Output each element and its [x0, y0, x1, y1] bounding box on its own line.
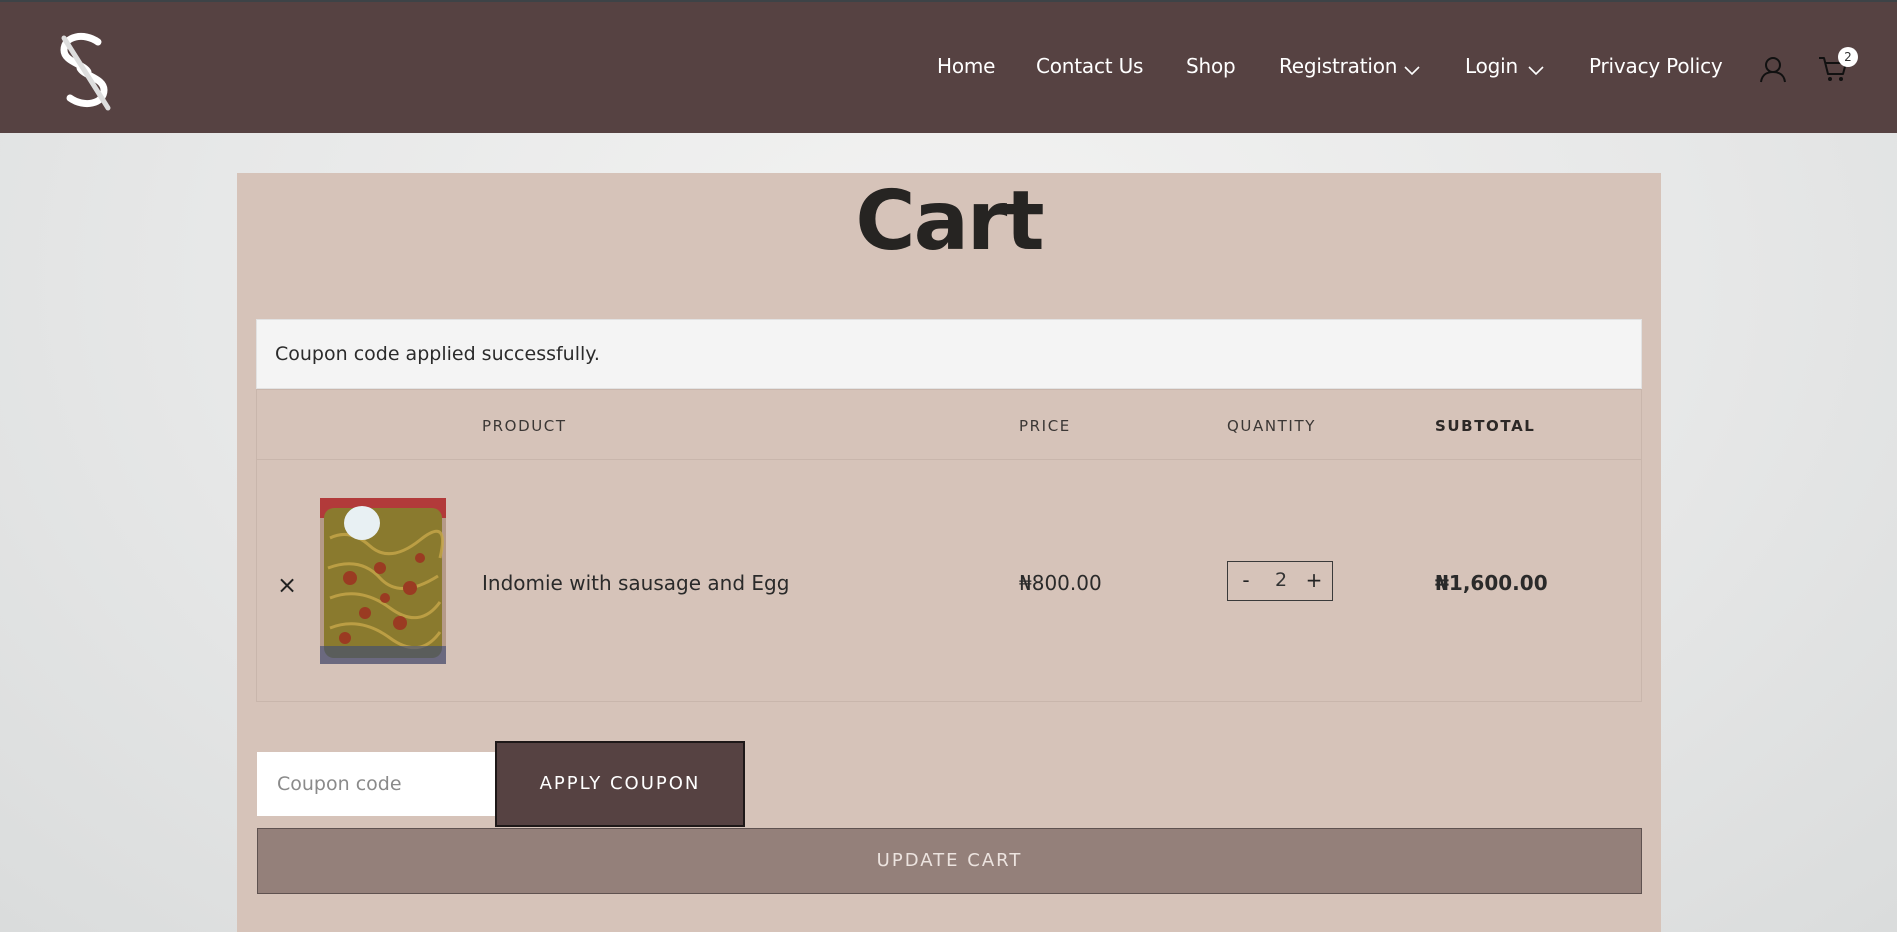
- notice-message: Coupon code applied successfully.: [275, 343, 600, 365]
- quantity-decrease-button[interactable]: -: [1234, 568, 1258, 592]
- nav-shop[interactable]: Shop: [1186, 54, 1236, 78]
- header-divider: [257, 459, 1641, 460]
- cart-count-badge: 2: [1838, 47, 1858, 67]
- remove-item-button[interactable]: ×: [277, 571, 297, 599]
- quantity-increase-button[interactable]: +: [1302, 568, 1326, 592]
- apply-coupon-button[interactable]: APPLY COUPON: [495, 741, 745, 827]
- product-price: ₦800.00: [1019, 571, 1102, 595]
- nav-contact-us[interactable]: Contact Us: [1036, 54, 1143, 78]
- nav-privacy-policy[interactable]: Privacy Policy: [1589, 54, 1723, 78]
- user-icon[interactable]: [1759, 55, 1787, 83]
- nav-registration[interactable]: Registration: [1279, 54, 1397, 78]
- header-product: PRODUCT: [482, 417, 567, 435]
- product-subtotal: ₦1,600.00: [1435, 571, 1548, 595]
- product-name-link[interactable]: Indomie with sausage and Egg: [482, 571, 789, 595]
- coupon-code-input[interactable]: [257, 752, 495, 816]
- main-nav: Home Contact Us Shop Registration Login …: [0, 2, 1897, 133]
- header-subtotal: SUBTOTAL: [1435, 417, 1536, 435]
- coupon-success-notice: Coupon code applied successfully.: [256, 319, 1642, 389]
- quantity-stepper: - 2 +: [1227, 561, 1333, 601]
- product-thumbnail[interactable]: [320, 498, 446, 664]
- header-price: PRICE: [1019, 417, 1071, 435]
- nav-home[interactable]: Home: [937, 54, 995, 78]
- header-quantity: QUANTITY: [1227, 417, 1316, 435]
- chevron-down-icon[interactable]: [1527, 64, 1545, 76]
- cart-table: PRODUCT PRICE QUANTITY SUBTOTAL × Indomi…: [256, 389, 1642, 702]
- nav-login[interactable]: Login: [1465, 54, 1518, 78]
- page-title: Cart: [855, 174, 1044, 269]
- quantity-input[interactable]: 2: [1266, 569, 1296, 591]
- site-header: Home Contact Us Shop Registration Login …: [0, 2, 1897, 133]
- chevron-down-icon[interactable]: [1403, 64, 1421, 76]
- update-cart-button[interactable]: UPDATE CART: [257, 828, 1642, 894]
